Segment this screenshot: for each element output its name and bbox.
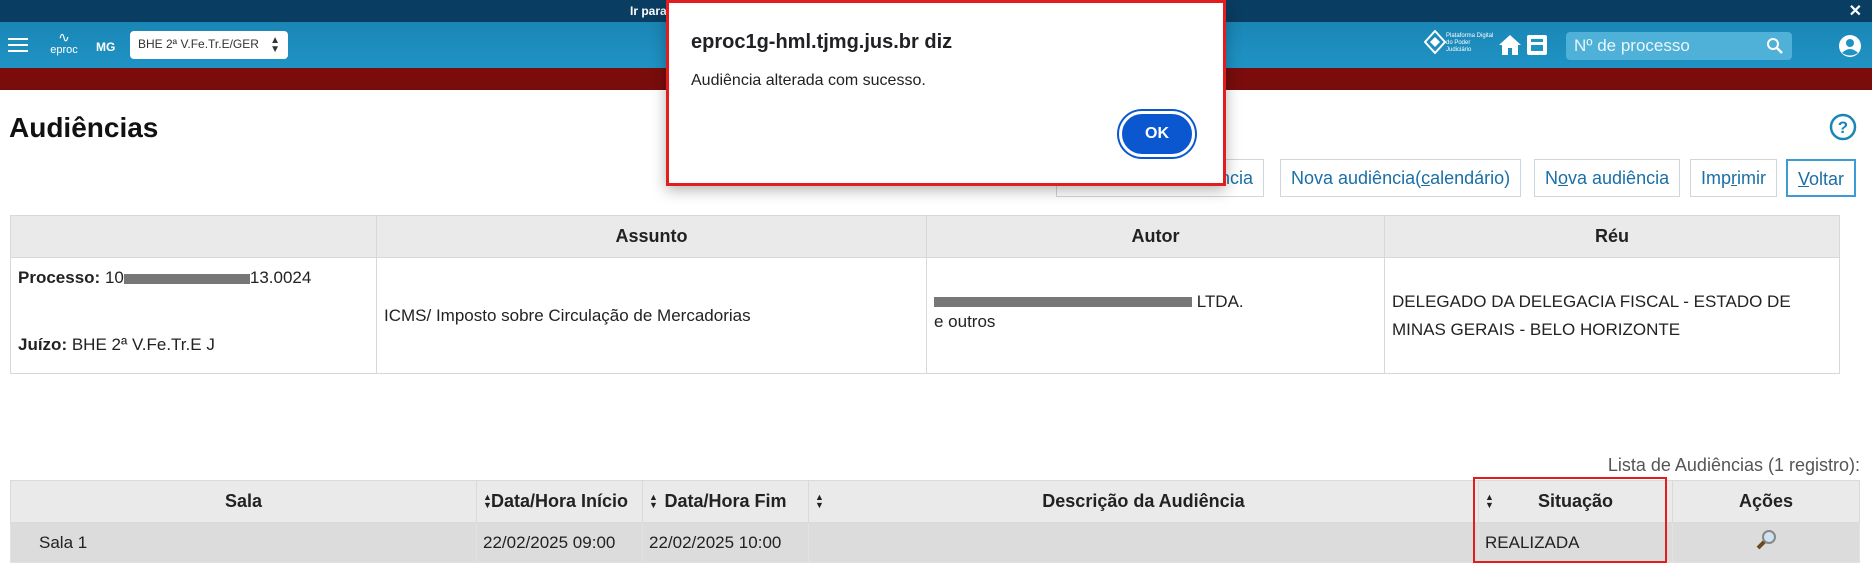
process-search[interactable] — [1566, 32, 1792, 60]
nova-audiencia-calendario-button[interactable]: Nova audiência(calendário) — [1280, 159, 1522, 197]
assunto-cell: ICMS/ Imposto sobre Circulação de Mercad… — [376, 257, 927, 374]
cell-inicio: 22/02/2025 09:00 — [476, 522, 643, 563]
org-select-value: BHE 2ª V.Fe.Tr.E/GER — [138, 37, 259, 51]
info-header-blank — [10, 215, 377, 258]
reu-cell: DELEGADO DA DELEGACIA FISCAL - ESTADO DE… — [1384, 257, 1840, 374]
processo-line: Processo: 10 13.0024 — [18, 268, 311, 288]
reu-line2: MINAS GERAIS - BELO HORIZONTE — [1392, 319, 1681, 339]
col-fim[interactable]: ▲ ▼ Data/Hora Fim — [642, 480, 809, 523]
redacted-block — [123, 273, 250, 284]
processo-label: Processo: — [18, 268, 101, 287]
info-header-assunto: Assunto — [376, 215, 927, 258]
col-acoes: Ações — [1672, 480, 1860, 523]
process-info-table: Assunto Autor Réu Processo: 10 13.0024 Ju… — [10, 215, 1840, 374]
eproc-logo[interactable]: ∿ eproc — [48, 30, 80, 62]
close-icon[interactable]: ✕ — [1849, 1, 1862, 21]
page-title: Audiências — [9, 112, 159, 143]
info-header-autor: Autor — [926, 215, 1385, 258]
col-descricao[interactable]: ▲ ▼ Descrição da Audiência — [808, 480, 1479, 523]
search-icon[interactable] — [1766, 37, 1784, 55]
situacao-highlight — [1473, 477, 1667, 563]
juizo-line: Juízo: BHE 2ª V.Fe.Tr.E J — [18, 335, 215, 355]
voltar-button[interactable]: Voltar — [1786, 159, 1857, 197]
skip-link[interactable]: Ir para — [630, 4, 667, 18]
list-count: Lista de Audiências (1 registro): — [1607, 455, 1860, 475]
platform-icon — [1423, 29, 1447, 55]
redacted-block — [934, 297, 1192, 308]
processo-suffix[interactable]: 13.0024 — [250, 268, 311, 287]
help-icon[interactable]: ? — [1829, 113, 1857, 141]
autor-line2: e outros — [934, 311, 996, 331]
juizo-value: BHE 2ª V.Fe.Tr.E J — [71, 335, 215, 354]
cell-sala: Sala 1 — [10, 522, 477, 563]
juizo-label: Juízo: — [18, 335, 68, 354]
processo-prefix[interactable]: 10 — [105, 268, 124, 287]
svg-text:?: ? — [1838, 118, 1848, 137]
platform-logo[interactable]: Plataforma Digital do Poder Judiciário — [1423, 29, 1494, 60]
dialog-message: Audiência alterada com sucesso. — [691, 72, 926, 89]
logo-swirl-icon: ∿ — [58, 29, 70, 45]
info-header-reu: Réu — [1384, 215, 1840, 258]
sort-icon[interactable]: ▲ ▼ — [483, 493, 492, 510]
col-inicio[interactable]: ▲ ▼ Data/Hora Início — [476, 480, 643, 523]
home-icon[interactable] — [1498, 34, 1522, 56]
processo-cell: Processo: 10 13.0024 Juízo: BHE 2ª V.Fe.T… — [10, 257, 377, 374]
dialog-title: eproc1g-hml.tjmg.jus.br diz — [691, 31, 953, 53]
user-account-icon[interactable] — [1838, 34, 1862, 58]
alert-dialog: eproc1g-hml.tjmg.jus.br diz Audiência al… — [666, 0, 1226, 186]
autor-line1: LTDA. — [934, 292, 1377, 312]
state-label: MG — [96, 40, 116, 54]
cell-descricao — [808, 522, 1479, 563]
magnifier-view-icon[interactable] — [1754, 529, 1778, 551]
org-select[interactable]: BHE 2ª V.Fe.Tr.E/GER ▲ ▼ — [130, 31, 288, 59]
logo-text: eproc — [50, 44, 78, 56]
col-sala: Sala — [10, 480, 477, 523]
imprimir-button[interactable]: Imprimir — [1690, 159, 1778, 197]
platform-text: Plataforma Digital do Poder Judiciário — [1446, 33, 1494, 53]
document-icon[interactable] — [1526, 34, 1548, 56]
nova-audiencia-button[interactable]: Nova audiência — [1534, 159, 1681, 197]
process-search-input[interactable] — [1566, 32, 1760, 60]
sort-icon[interactable]: ▲ ▼ — [649, 493, 658, 510]
sort-icon[interactable]: ▲ ▼ — [815, 493, 824, 510]
cell-fim: 22/02/2025 10:00 — [642, 522, 809, 563]
reu-line1: DELEGADO DA DELEGACIA FISCAL - ESTADO DE — [1392, 291, 1791, 311]
select-arrows-icon: ▲ ▼ — [270, 35, 280, 55]
ok-button[interactable]: OK — [1119, 111, 1195, 157]
cell-acoes — [1672, 522, 1860, 563]
autor-cell: LTDA. e outros — [926, 257, 1385, 374]
menu-icon[interactable] — [8, 38, 28, 54]
